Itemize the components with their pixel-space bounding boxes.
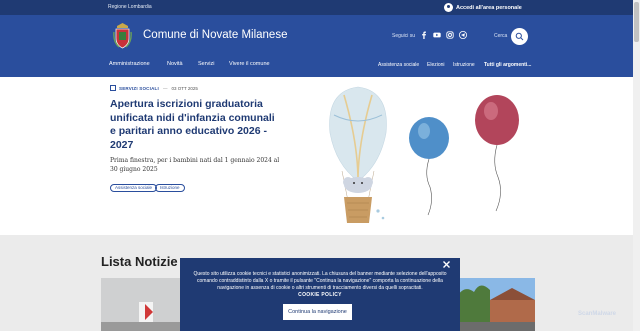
- telegram-icon[interactable]: [459, 31, 467, 39]
- cookie-text-block: Questo sito utilizza cookie tecnici e st…: [188, 271, 452, 299]
- news-section-title: Lista Notizie: [101, 254, 178, 269]
- nav-servizi[interactable]: Servizi: [198, 61, 215, 67]
- region-link[interactable]: Regione Lombardia: [108, 4, 152, 10]
- user-icon: [444, 3, 453, 12]
- nav-elezioni[interactable]: Elezioni: [427, 62, 445, 68]
- news-image[interactable]: [101, 278, 181, 331]
- nav-novita[interactable]: Novità: [167, 61, 183, 67]
- news-photo-1: [101, 278, 181, 331]
- tag-istruzione[interactable]: Istruzione: [155, 184, 185, 192]
- cookie-message: Questo sito utilizza cookie tecnici e st…: [193, 271, 447, 291]
- site-title[interactable]: Comune di Novate Milanese: [143, 29, 287, 41]
- facebook-icon[interactable]: [420, 31, 428, 39]
- top-bar: Regione Lombardia Accedi all'area person…: [0, 0, 633, 15]
- hero-date: 03 OTT 2025: [171, 85, 198, 91]
- meta-separator: —: [162, 85, 168, 91]
- search-icon: [515, 32, 524, 41]
- hero-title[interactable]: Apertura iscrizioni graduatoria unificat…: [110, 98, 280, 152]
- tag-assistenza-sociale[interactable]: Assistenza sociale: [110, 184, 158, 192]
- scrollbar-thumb[interactable]: [634, 2, 639, 42]
- cookie-policy-link[interactable]: COOKIE POLICY: [298, 292, 342, 298]
- login-link[interactable]: Accedi all'area personale: [444, 2, 522, 13]
- watermark: ScanMalware: [578, 311, 617, 317]
- hero-category[interactable]: SERVIZI SOCIALI: [119, 86, 159, 91]
- crest-icon[interactable]: [113, 22, 132, 49]
- nav-tutti-gli-argomenti[interactable]: Tutti gli argomenti...: [484, 62, 531, 68]
- site-header: [0, 15, 633, 77]
- continue-navigation-button[interactable]: Continua la navigazione: [283, 304, 352, 320]
- instagram-icon[interactable]: [446, 31, 454, 39]
- hero-section: [0, 77, 633, 235]
- news-photo-2: [456, 278, 535, 331]
- hero-meta: SERVIZI SOCIALI — 03 OTT 2025: [110, 85, 198, 91]
- login-label: Accedi all'area personale: [456, 4, 522, 11]
- news-image[interactable]: [456, 278, 535, 331]
- follow-label: Seguici su: [392, 33, 416, 39]
- nav-vivere-il-comune[interactable]: Vivere il comune: [229, 61, 270, 67]
- nav-assistenza-sociale[interactable]: Assistenza sociale: [378, 62, 419, 68]
- search-button[interactable]: [511, 28, 528, 45]
- nav-amministrazione[interactable]: Amministrazione: [109, 61, 150, 67]
- scrollbar[interactable]: [633, 0, 640, 331]
- calendar-icon: [110, 85, 116, 91]
- youtube-icon[interactable]: [433, 31, 441, 39]
- close-icon[interactable]: [442, 260, 451, 269]
- nav-istruzione[interactable]: Istruzione: [453, 62, 475, 68]
- hero-illustration: [320, 83, 535, 233]
- search-label: Cerca: [494, 33, 508, 39]
- hero-description: Prima finestra, per i bambini nati dal 1…: [110, 157, 280, 173]
